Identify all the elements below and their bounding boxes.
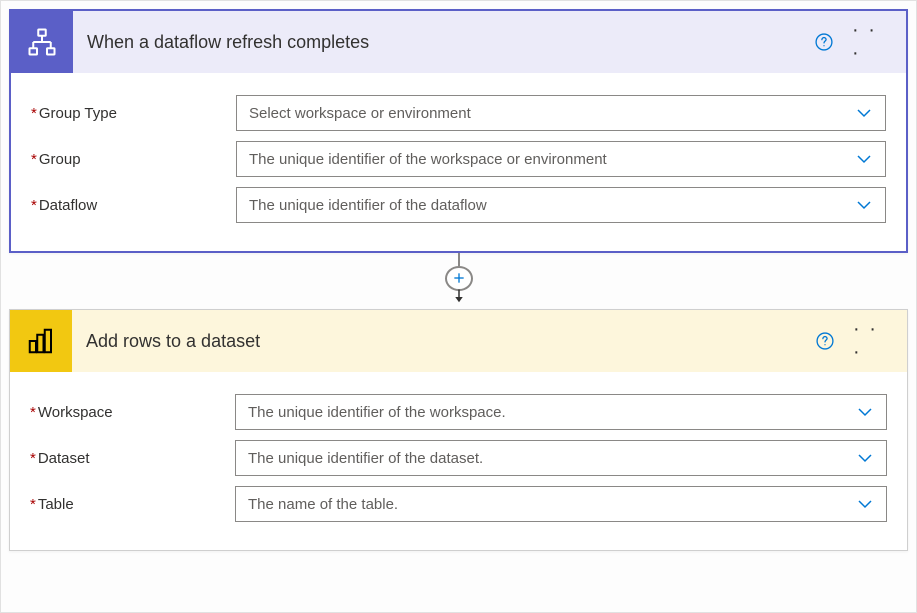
field-label: *Table (30, 496, 225, 513)
group-type-dropdown[interactable]: Select workspace or environment (236, 95, 886, 131)
help-icon[interactable] (811, 327, 839, 355)
chevron-down-icon (856, 495, 874, 513)
arrow-down-icon (450, 289, 468, 309)
dataflow-dropdown[interactable]: The unique identifier of the dataflow (236, 187, 886, 223)
action-header[interactable]: Add rows to a dataset · · · (10, 310, 907, 372)
chevron-down-icon (855, 150, 873, 168)
form-row: *Table The name of the table. (30, 486, 887, 522)
field-label: *Group Type (31, 105, 226, 122)
field-label: *Workspace (30, 404, 225, 421)
chevron-down-icon (856, 403, 874, 421)
add-step-button[interactable] (445, 266, 473, 291)
connector-line (458, 253, 460, 266)
dropdown-placeholder: The unique identifier of the workspace o… (249, 151, 607, 168)
powerbi-icon (10, 310, 72, 372)
field-label: *Dataset (30, 450, 225, 467)
chevron-down-icon (856, 449, 874, 467)
dataflow-icon (11, 11, 73, 73)
chevron-down-icon (855, 196, 873, 214)
form-row: *Dataset The unique identifier of the da… (30, 440, 887, 476)
trigger-card: When a dataflow refresh completes · · · … (9, 9, 908, 253)
workspace-dropdown[interactable]: The unique identifier of the workspace. (235, 394, 887, 430)
field-label: *Dataflow (31, 197, 226, 214)
dropdown-placeholder: Select workspace or environment (249, 105, 471, 122)
connector (9, 253, 908, 309)
dropdown-placeholder: The unique identifier of the dataflow (249, 197, 487, 214)
form-row: *Workspace The unique identifier of the … (30, 394, 887, 430)
trigger-body: *Group Type Select workspace or environm… (11, 73, 906, 251)
dropdown-placeholder: The unique identifier of the dataset. (248, 450, 483, 467)
dropdown-placeholder: The name of the table. (248, 496, 398, 513)
action-title: Add rows to a dataset (86, 331, 797, 352)
action-body: *Workspace The unique identifier of the … (10, 372, 907, 550)
table-dropdown[interactable]: The name of the table. (235, 486, 887, 522)
chevron-down-icon (855, 104, 873, 122)
action-card: Add rows to a dataset · · · *Workspace T… (9, 309, 908, 551)
form-row: *Dataflow The unique identifier of the d… (31, 187, 886, 223)
form-row: *Group Type Select workspace or environm… (31, 95, 886, 131)
field-label: *Group (31, 151, 226, 168)
dropdown-placeholder: The unique identifier of the workspace. (248, 404, 506, 421)
help-icon[interactable] (810, 28, 838, 56)
more-icon[interactable]: · · · (853, 327, 889, 355)
group-dropdown[interactable]: The unique identifier of the workspace o… (236, 141, 886, 177)
more-icon[interactable]: · · · (852, 28, 888, 56)
trigger-header[interactable]: When a dataflow refresh completes · · · (11, 11, 906, 73)
dataset-dropdown[interactable]: The unique identifier of the dataset. (235, 440, 887, 476)
form-row: *Group The unique identifier of the work… (31, 141, 886, 177)
trigger-title: When a dataflow refresh completes (87, 32, 796, 53)
